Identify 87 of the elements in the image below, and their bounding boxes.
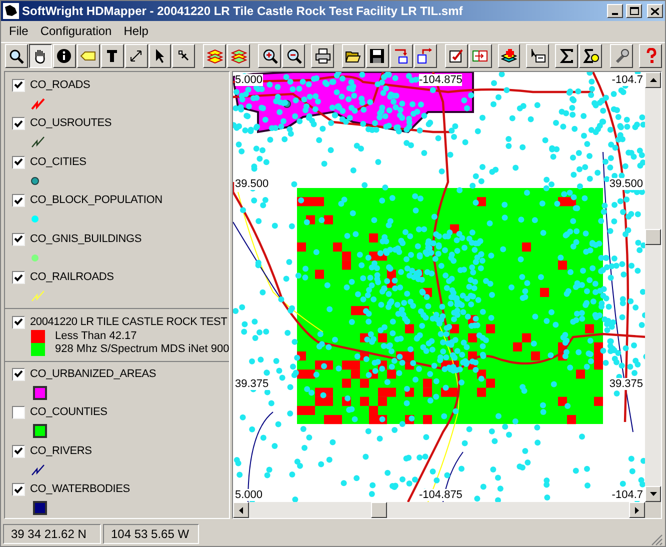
coordinate-label: 39.375 <box>609 378 643 390</box>
scroll-right-button[interactable] <box>629 502 645 518</box>
layers-icon <box>206 48 223 64</box>
checkmark-icon <box>14 318 23 326</box>
layer-checkbox[interactable] <box>12 368 25 380</box>
app-logo-icon <box>3 3 19 19</box>
map-view[interactable]: 5.000 -104.875 -104.7 39.500 39.500 39.375 39.375 5.000 -104.875 -104.7 <box>233 72 645 502</box>
close-button[interactable] <box>647 4 663 18</box>
layer-checkbox[interactable] <box>12 316 25 328</box>
horizontal-scrollbar[interactable] <box>233 502 645 518</box>
checkmark-icon <box>14 447 23 455</box>
up-arrow-icon <box>650 78 656 82</box>
scroll-left-button[interactable] <box>233 502 249 518</box>
right-arrow-icon <box>635 506 639 514</box>
printer-icon <box>314 48 331 64</box>
checkmark-icon <box>14 370 23 378</box>
vertical-scrollbar[interactable] <box>645 72 661 502</box>
layer-checkbox[interactable] <box>12 271 25 284</box>
scroll-down-button[interactable] <box>645 486 661 502</box>
menu-item[interactable]: Configuration <box>34 22 118 40</box>
layer-name: CO_WATERBODIES <box>30 482 130 498</box>
layer-name: CO_GNIS_BUILDINGS <box>30 232 142 247</box>
info-icon <box>56 48 72 64</box>
coordinate-label: 39.375 <box>235 378 269 390</box>
minimize-button[interactable] <box>607 4 623 18</box>
scroll-thumb[interactable] <box>371 502 387 518</box>
checkmark-icon <box>14 196 23 204</box>
coordinate-label: 39.500 <box>235 178 269 190</box>
layer-checkbox[interactable] <box>12 156 25 168</box>
export-arrow-icon <box>417 48 434 64</box>
checkmark-icon <box>14 486 23 494</box>
status-field: 104 53 5.65 W <box>103 524 199 544</box>
minimize-icon <box>612 13 618 15</box>
left-arrow-icon <box>239 506 243 514</box>
coordinate-label: -104.7 <box>612 74 643 86</box>
layer-checkbox[interactable] <box>12 406 25 419</box>
layer-name: CO_COUNTIES <box>30 405 108 420</box>
layer-checkbox[interactable] <box>12 78 25 92</box>
menu-item[interactable]: Help <box>118 22 154 40</box>
menu-item[interactable]: File <box>3 22 34 40</box>
sigma-icon <box>582 48 599 64</box>
layer-checkbox[interactable] <box>12 483 25 496</box>
select-cursor-icon <box>530 48 546 64</box>
layers-icon <box>230 48 247 64</box>
coordinate-label: 5.000 <box>235 74 263 86</box>
toolbar-button[interactable] <box>28 44 52 68</box>
coordinate-label: 39.500 <box>609 178 643 190</box>
layer-name: CO_BLOCK_POPULATION <box>30 193 162 208</box>
zoom-in-icon <box>262 48 278 64</box>
export-arrow-icon <box>393 48 410 64</box>
layer-checkbox[interactable] <box>12 444 25 458</box>
zoom-out-icon <box>286 48 302 64</box>
checkmark-icon <box>14 120 23 128</box>
add-layer-icon <box>500 48 517 64</box>
layer-name: CO_RIVERS <box>30 444 92 459</box>
layer-name: CO_RAILROADS <box>30 270 114 286</box>
layer-checkbox[interactable] <box>12 194 25 207</box>
legend-entry: Less Than 42.17 <box>55 329 137 344</box>
coordinate-label: 5.000 <box>235 489 263 501</box>
maximize-icon <box>630 7 638 15</box>
checkmark-icon <box>14 235 23 243</box>
maximize-button[interactable] <box>626 4 642 18</box>
checkmark-icon <box>14 274 23 282</box>
diagonal-arrow-icon <box>128 48 144 64</box>
window-title: SoftWright HDMapper - 20041220 LR Tile Castle Rock Test Facility LR TIL.smf <box>22 3 464 20</box>
status-field: 39 34 21.62 N <box>3 524 101 544</box>
coordinate-label: -104.875 <box>419 489 462 501</box>
legend-entry: 928 Mhz S/Spectrum MDS iNet 900 <box>55 342 230 358</box>
layer-checkbox[interactable] <box>12 117 25 130</box>
checkmark-icon <box>14 158 23 166</box>
sigma-icon <box>558 48 575 64</box>
down-arrow-icon <box>650 492 656 496</box>
coordinate-label: -104.7 <box>612 489 643 501</box>
search-icon <box>8 48 24 64</box>
layer-checkbox[interactable] <box>12 232 25 246</box>
layer-name: CO_CITIES <box>30 154 86 170</box>
scroll-up-button[interactable] <box>645 72 661 88</box>
checklist-icon <box>448 48 464 64</box>
close-icon <box>651 8 659 14</box>
layer-name: CO_USROUTES <box>30 116 112 132</box>
checkmark-icon <box>14 81 23 89</box>
layer-name: CO_ROADS <box>30 78 90 93</box>
layer-name: 20041220 LR TILE CASTLE ROCK TEST <box>30 314 228 330</box>
scroll-thumb[interactable] <box>645 229 661 245</box>
layer-name: CO_URBANIZED_AREAS <box>30 366 156 382</box>
swap-icon <box>472 48 488 64</box>
coordinate-label: -104.875 <box>419 74 462 86</box>
